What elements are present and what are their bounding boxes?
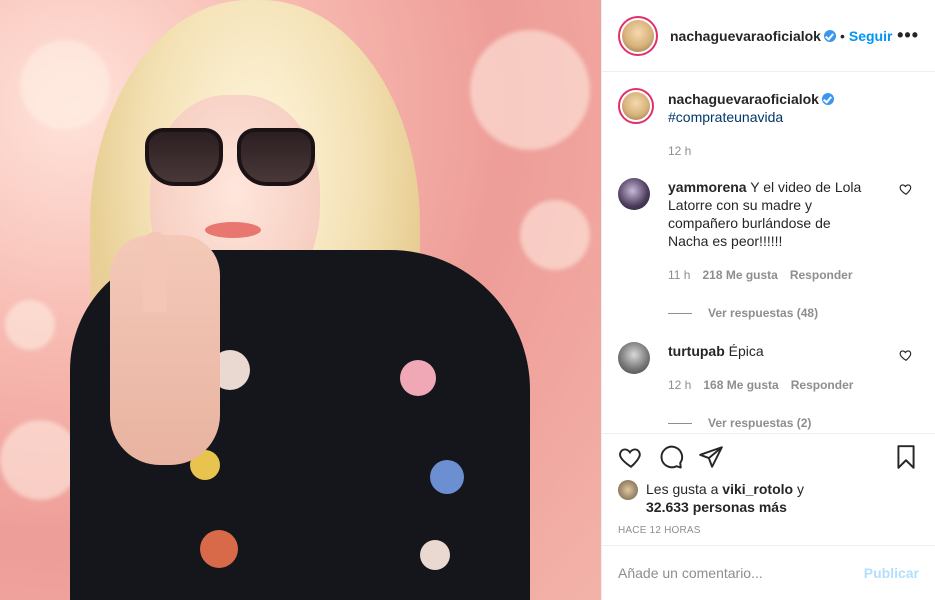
likes-prefix: Les gusta a <box>646 481 719 497</box>
lips <box>205 222 261 238</box>
follow-button[interactable]: Seguir <box>849 28 893 44</box>
separator-dot: • <box>839 27 845 44</box>
verified-badge-icon <box>821 93 834 105</box>
more-options-icon[interactable]: ••• <box>897 25 919 46</box>
comment-likes[interactable]: 168 Me gusta <box>703 376 778 394</box>
publish-button[interactable]: Publicar <box>864 565 919 581</box>
caption-meta: 12 h <box>668 142 868 160</box>
comment-username[interactable]: yammorena <box>668 179 747 195</box>
comment-text: Épica <box>728 343 764 359</box>
flower-embroidery <box>400 360 436 396</box>
action-bar <box>618 434 919 480</box>
view-replies-button[interactable]: Ver respuestas (48) <box>668 306 919 320</box>
view-replies-button[interactable]: Ver respuestas (2) <box>668 416 919 430</box>
liker-avatar[interactable] <box>618 480 638 500</box>
finger <box>143 232 167 312</box>
likes-conj: y <box>796 481 804 497</box>
likes-count[interactable]: 32.633 personas más <box>646 499 787 515</box>
view-replies-label: Ver respuestas (2) <box>708 416 812 430</box>
replies-line <box>668 312 692 314</box>
post-header: nachaguevaraoficialok • Seguir ••• <box>602 0 935 72</box>
bokeh-light <box>0 420 80 500</box>
comment-time[interactable]: 12 h <box>668 376 691 394</box>
liker-username[interactable]: viki_rotolo <box>722 481 793 497</box>
flower-embroidery <box>200 530 238 568</box>
replies-line <box>668 422 692 424</box>
heart-icon[interactable] <box>618 444 644 470</box>
flower-embroidery <box>420 540 450 570</box>
caption-avatar[interactable] <box>618 88 654 124</box>
bokeh-light <box>20 40 110 130</box>
add-comment-input[interactable] <box>618 565 864 581</box>
author-username[interactable]: nachaguevaraoficialok <box>670 28 836 44</box>
bookmark-icon[interactable] <box>893 444 919 470</box>
comment-time[interactable]: 11 h <box>668 266 690 284</box>
author-avatar[interactable] <box>618 15 658 56</box>
bokeh-light <box>5 300 55 350</box>
verified-badge-icon <box>823 29 836 42</box>
comment-item: turtupab Épica 12 h 168 Me gusta Respond… <box>618 342 919 394</box>
sunglasses <box>145 128 315 190</box>
caption-username[interactable]: nachaguevaraoficialok <box>668 91 834 107</box>
share-icon[interactable] <box>698 444 724 470</box>
post-actions: Les gusta a viki_rotolo y 32.633 persona… <box>602 433 935 536</box>
comment-username[interactable]: turtupab <box>668 343 725 359</box>
likes-summary: Les gusta a viki_rotolo y 32.633 persona… <box>618 480 919 516</box>
reply-button[interactable]: Responder <box>791 376 854 394</box>
post-photo[interactable] <box>0 0 601 600</box>
view-replies-label: Ver respuestas (48) <box>708 306 819 320</box>
bokeh-light <box>520 200 590 270</box>
comment-item: yammorena Y el video de Lola Latorre con… <box>618 178 919 284</box>
commenter-avatar[interactable] <box>618 178 650 210</box>
comment-meta: 11 h 218 Me gusta Responder <box>668 266 868 284</box>
commenter-avatar[interactable] <box>618 342 650 374</box>
post-sidebar: nachaguevaraoficialok • Seguir ••• nacha… <box>601 0 935 600</box>
reply-button[interactable]: Responder <box>790 266 853 284</box>
flower-embroidery <box>430 460 464 494</box>
add-comment-bar: Publicar <box>602 545 935 600</box>
comment-icon[interactable] <box>658 444 684 470</box>
caption-hashtag[interactable]: #comprateunavida <box>668 109 783 125</box>
comments-list[interactable]: nachaguevaraoficialok #comprateunavida 1… <box>602 72 935 434</box>
like-comment-heart-icon[interactable] <box>899 348 913 362</box>
caption: nachaguevaraoficialok #comprateunavida 1… <box>618 88 919 160</box>
post-time-ago[interactable]: HACE 12 HORAS <box>618 525 919 536</box>
comment-likes[interactable]: 218 Me gusta <box>702 266 777 284</box>
like-comment-heart-icon[interactable] <box>899 182 913 196</box>
caption-time[interactable]: 12 h <box>668 142 691 160</box>
comment-meta: 12 h 168 Me gusta Responder <box>668 376 868 394</box>
bokeh-light <box>470 30 590 150</box>
